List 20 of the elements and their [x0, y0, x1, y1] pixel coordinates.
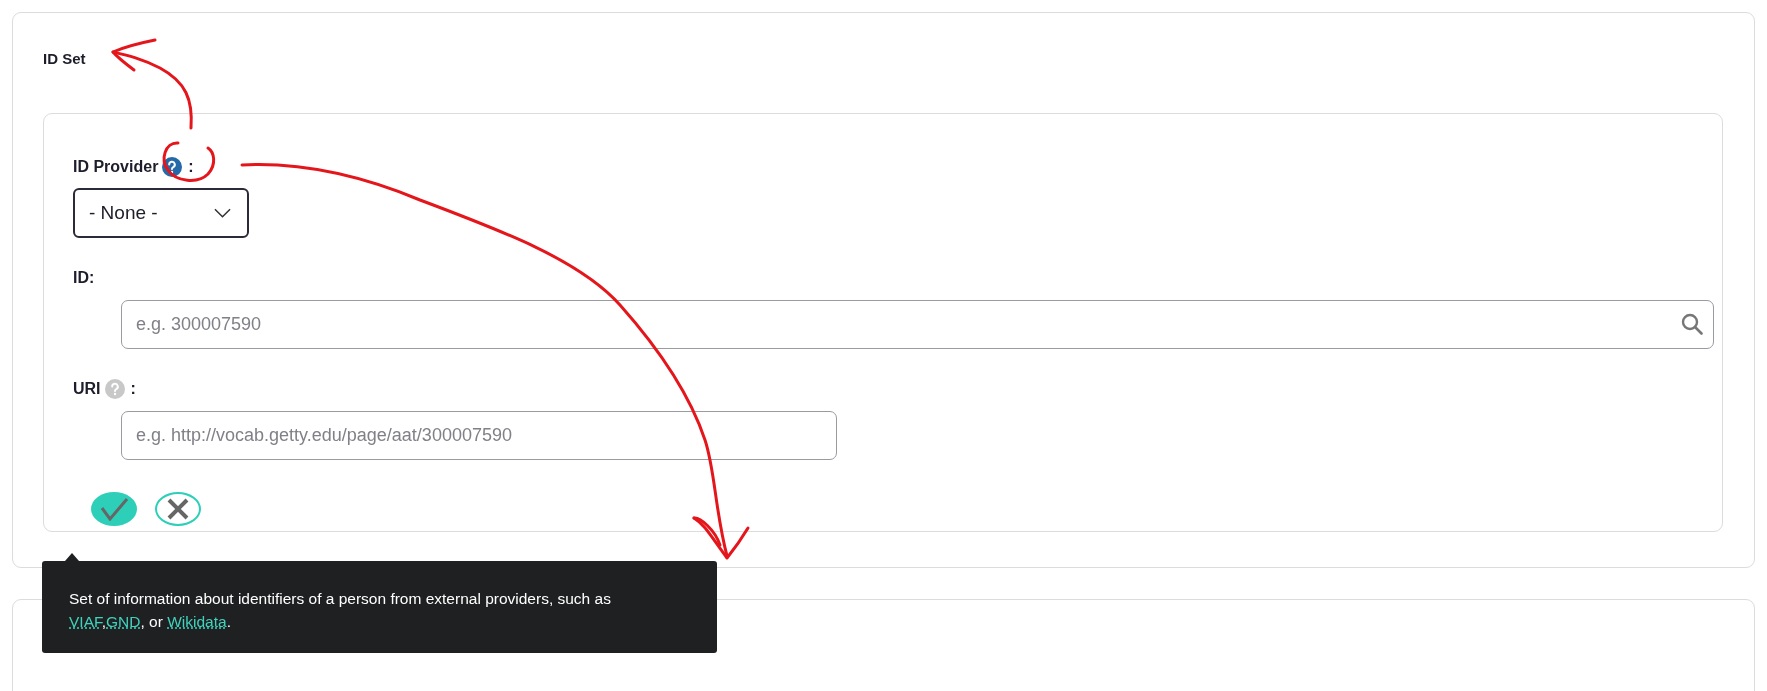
search-field[interactable]: e.g. 300007590 [121, 300, 1714, 349]
colon-text: : [130, 380, 136, 398]
section-title: ID Set [43, 50, 86, 68]
link[interactable]: VIAF [69, 613, 102, 630]
chevron-icon [214, 208, 231, 218]
field-label: ID: [73, 269, 95, 287]
colon-text: : [188, 158, 194, 176]
cancel-button[interactable] [155, 492, 201, 526]
field-label: ID Provider [73, 158, 159, 176]
help-icon[interactable] [162, 157, 183, 177]
confirm-button[interactable] [91, 492, 137, 526]
provider-dropdown[interactable]: - None - [73, 188, 249, 238]
tooltip-text: Set of information about identifiers of a person from external providers, such as VIAF,GND, or Wikidata. [69, 589, 612, 632]
check-icon [99, 497, 129, 521]
link[interactable]: GND [106, 613, 141, 630]
input-field[interactable]: e.g. http://vocab.getty.edu/page/aat/300007590 [121, 411, 837, 460]
close-icon [166, 497, 190, 521]
search-icon[interactable] [1681, 313, 1703, 335]
link[interactable]: Wikidata [167, 613, 227, 630]
field-label: URI [73, 380, 101, 398]
